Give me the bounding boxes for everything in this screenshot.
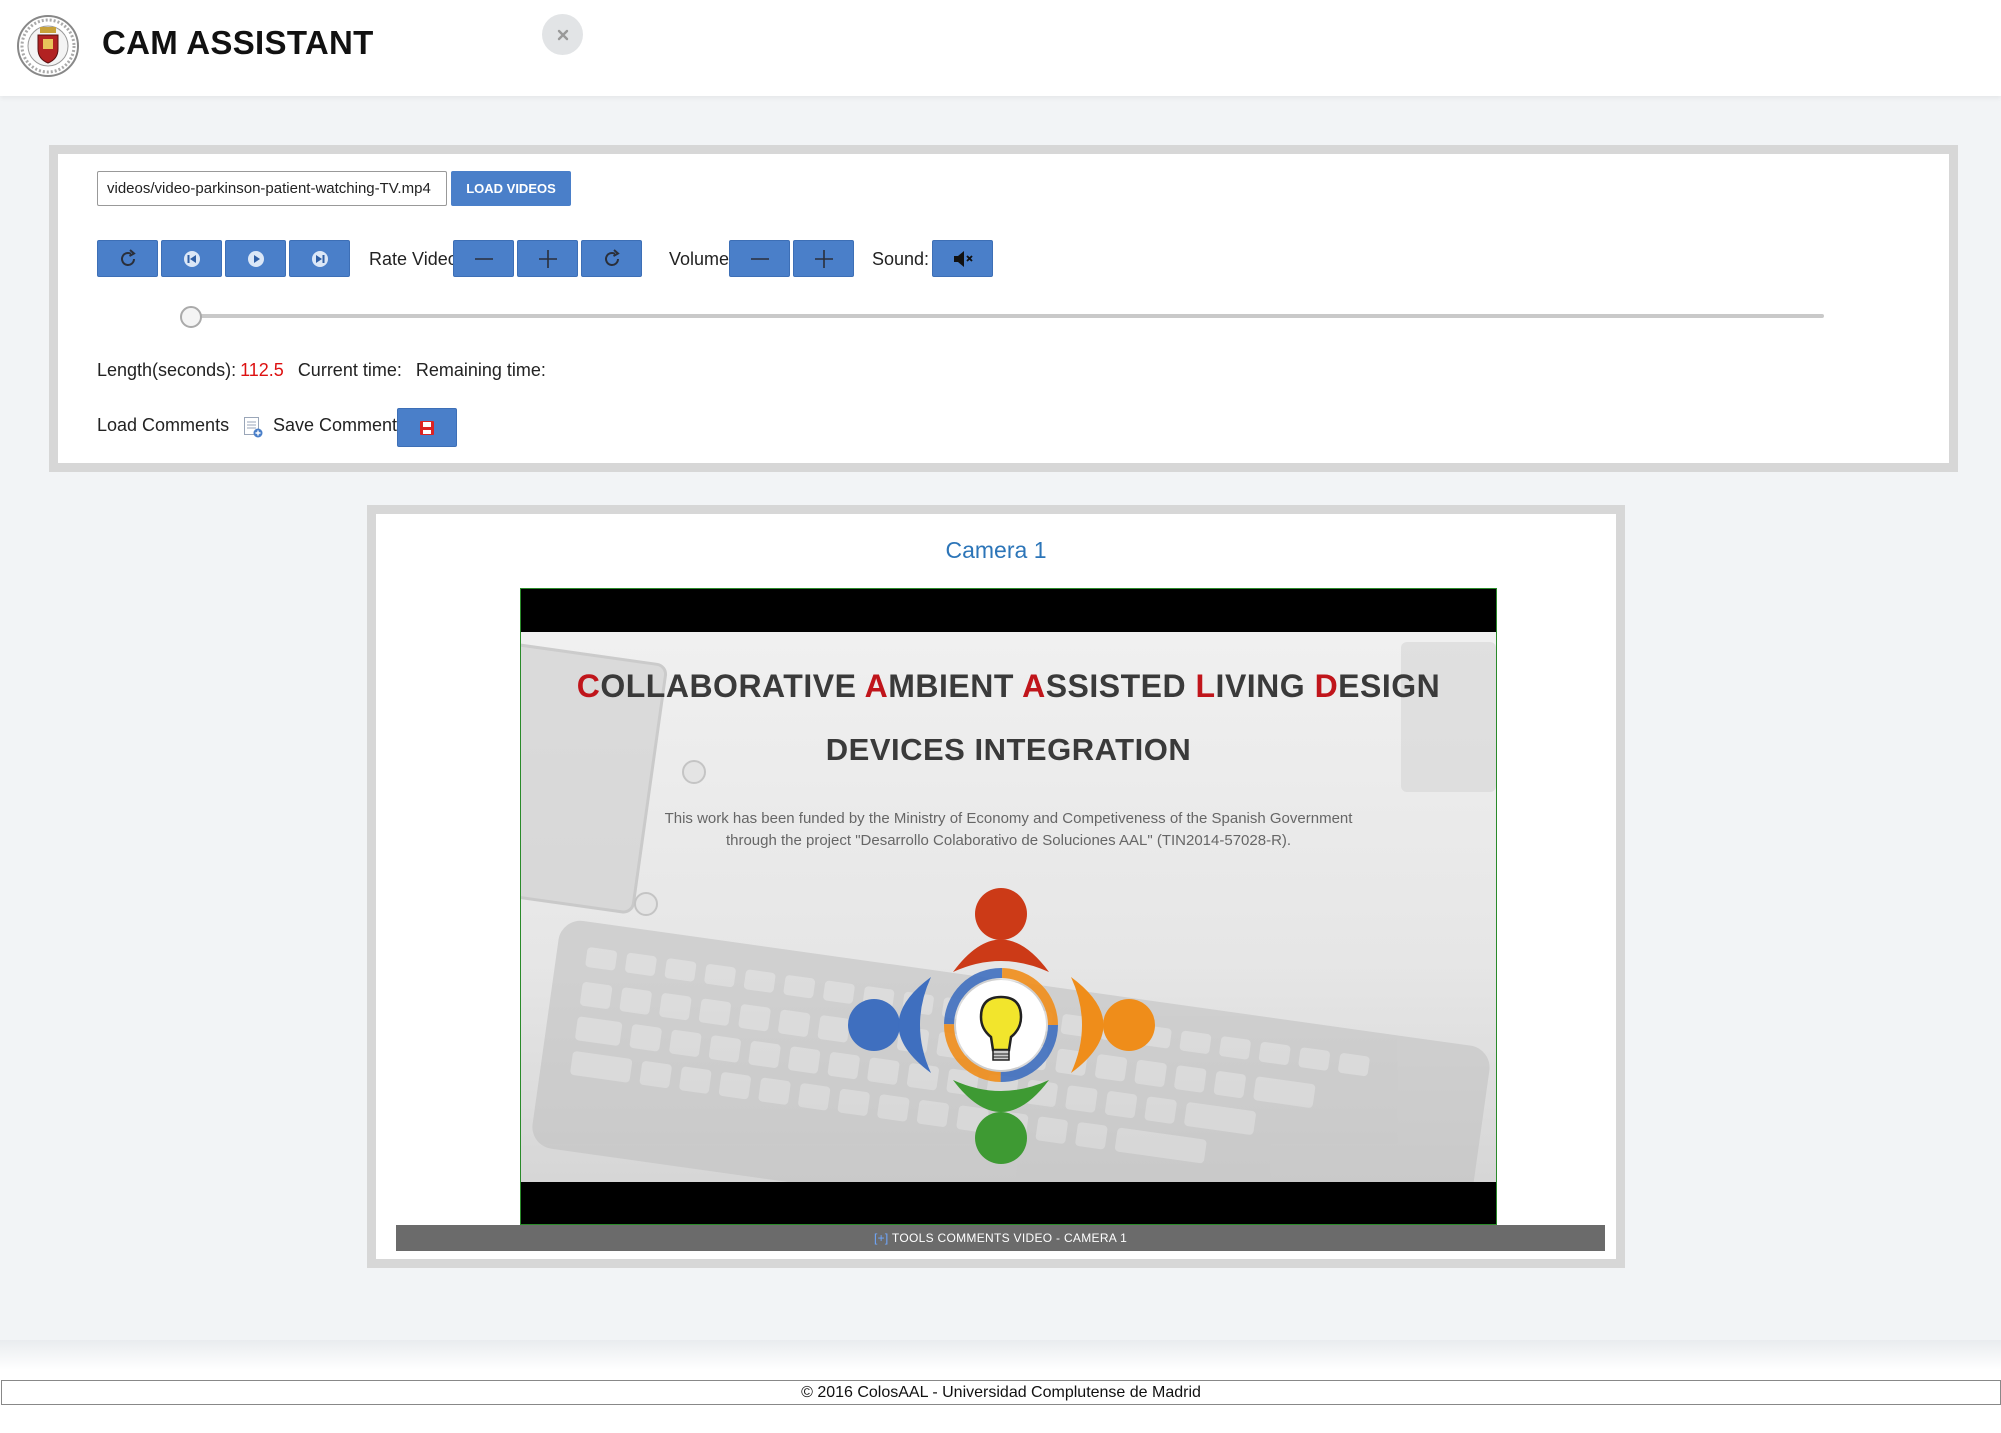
close-icon[interactable] — [542, 14, 583, 55]
document-icon[interactable] — [243, 416, 263, 438]
volume-decrease-button[interactable] — [729, 240, 790, 277]
footer-divider — [0, 1340, 2001, 1370]
app-header: CAM ASSISTANT — [0, 0, 2001, 96]
funding-line-2: through the project "Desarrollo Colabora… — [725, 832, 1292, 849]
rate-decrease-button[interactable] — [453, 240, 514, 277]
current-time-label: Current time: — [297, 360, 402, 380]
expand-toggle-icon: [+] — [873, 1231, 889, 1245]
rate-video-label: Rate Video: — [369, 249, 463, 269]
video-headline-line2: DEVICES INTEGRATION — [825, 732, 1192, 767]
seek-slider-track[interactable] — [193, 314, 1824, 318]
play-icon — [247, 250, 264, 267]
reload-icon — [120, 248, 136, 266]
plus-icon — [814, 249, 833, 268]
rate-increase-button[interactable] — [517, 240, 578, 277]
university-seal-icon — [16, 9, 80, 83]
volume-label: Volume: — [669, 249, 735, 269]
length-label: Length(seconds): — [97, 360, 237, 380]
tools-comments-toggle[interactable]: [+] TOOLS COMMENTS VIDEO - CAMERA 1 — [396, 1225, 1605, 1251]
skip-forward-button[interactable] — [289, 240, 350, 277]
save-comments-label: Save Comments — [273, 415, 407, 435]
minus-icon — [474, 257, 493, 260]
video-info-row: Length(seconds): 112.5 Current time: Remain… — [97, 360, 546, 381]
load-videos-button[interactable]: LOAD VIDEOS — [451, 171, 571, 206]
save-comments-button[interactable] — [397, 408, 457, 447]
seek-slider-thumb[interactable] — [180, 306, 202, 328]
funding-line-1: This work has been funded by the Ministr… — [664, 810, 1353, 827]
video-path-input[interactable] — [97, 171, 447, 206]
length-value: 112.5 — [240, 360, 284, 380]
tools-comments-label: TOOLS COMMENTS VIDEO - CAMERA 1 — [888, 1231, 1128, 1245]
save-floppy-icon — [420, 420, 434, 435]
video-control-panel: LOAD VIDEOS Rate Video: Volume: Sound: L… — [49, 145, 1958, 472]
rate-reset-button[interactable] — [581, 240, 642, 277]
sound-toggle-button[interactable] — [932, 240, 993, 277]
skip-back-icon — [183, 250, 200, 267]
remaining-time-label: Remaining time: — [415, 360, 546, 380]
volume-increase-button[interactable] — [793, 240, 854, 277]
video-player[interactable]: COLLABORATIVE AMBIENT ASSISTED LIVING DE… — [520, 588, 1497, 1225]
video-headline-line1: COLLABORATIVE AMBIENT ASSISTED LIVING DE… — [576, 668, 1441, 704]
load-comments-label: Load Comments — [97, 415, 230, 435]
camera-title: Camera 1 — [945, 537, 1047, 563]
skip-forward-icon — [311, 250, 328, 267]
footer-copyright: © 2016 ColosAAL - Universidad Complutens… — [1, 1380, 2001, 1405]
camera-panel: Camera 1 COLLABORATIVE AMBIENT ASSISTED … — [367, 505, 1625, 1268]
plus-icon — [538, 249, 557, 268]
play-button[interactable] — [225, 240, 286, 277]
video-background-art — [521, 641, 1496, 1182]
page-footer: © 2016 ColosAAL - Universidad Complutens… — [0, 1370, 2001, 1433]
reload-button[interactable] — [97, 240, 158, 277]
app-title: CAM ASSISTANT — [102, 24, 374, 61]
video-funding-text: This work has been funded by the Ministr… — [521, 808, 1496, 852]
video-frame: COLLABORATIVE AMBIENT ASSISTED LIVING DE… — [521, 632, 1496, 1182]
skip-back-button[interactable] — [161, 240, 222, 277]
sound-label: Sound: — [872, 249, 930, 269]
minus-icon — [750, 257, 769, 260]
reset-icon — [604, 248, 620, 266]
mute-icon — [953, 250, 973, 267]
